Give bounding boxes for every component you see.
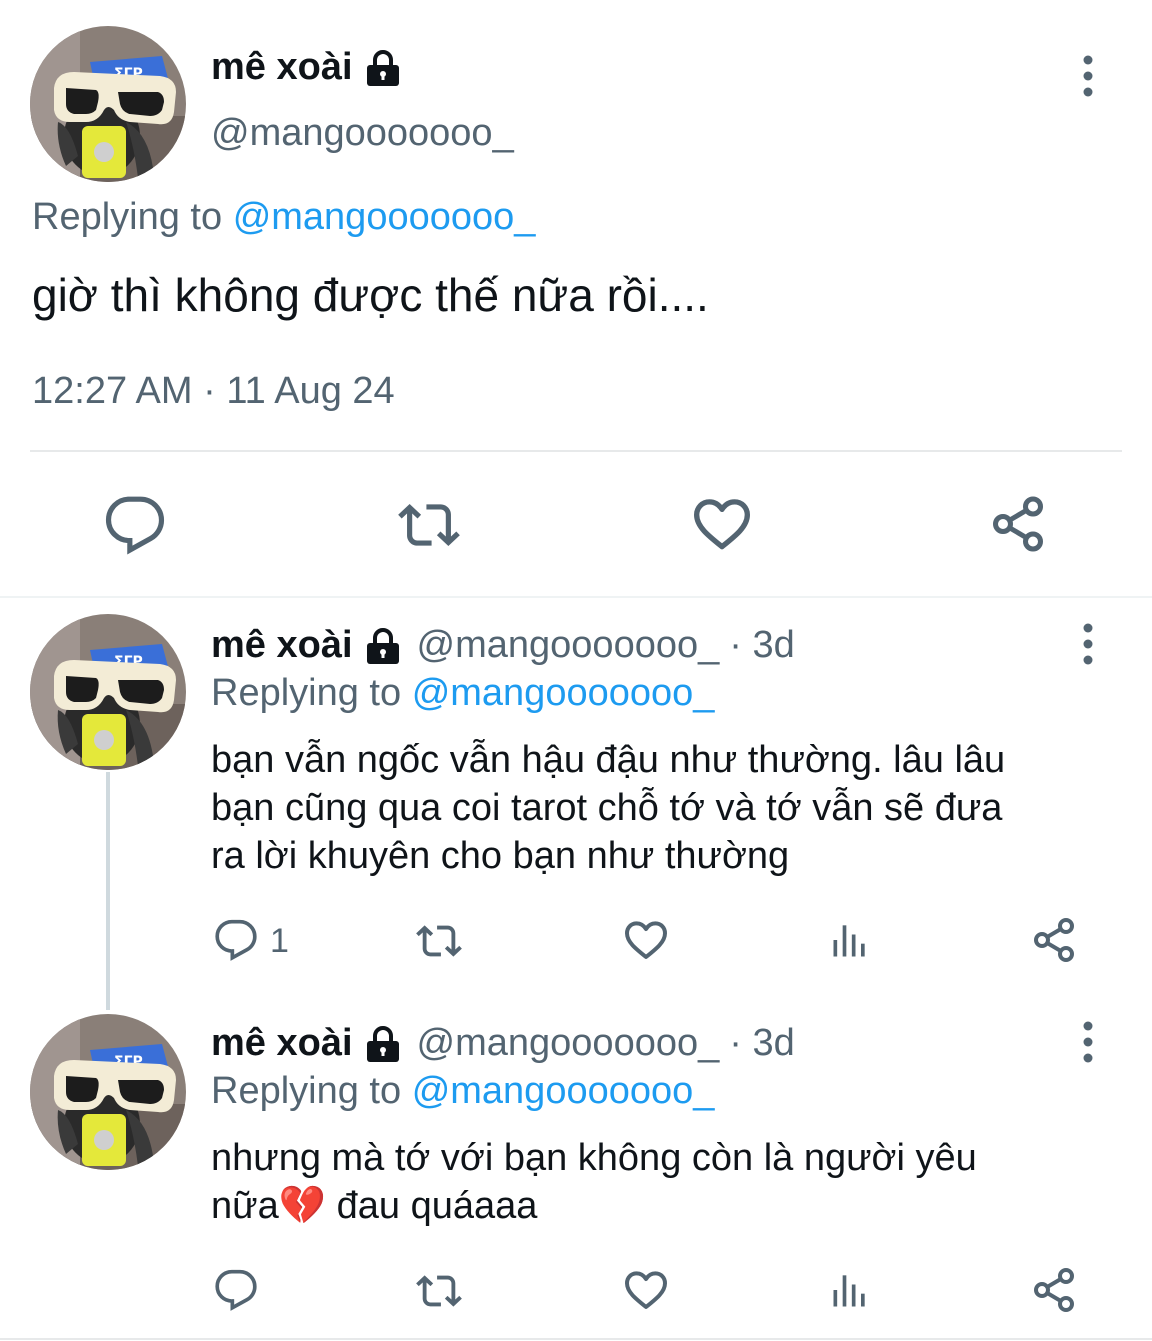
user-handle[interactable]: @mangooooooo_	[417, 1022, 720, 1065]
replying-to-label: Replying to	[211, 672, 402, 714]
replying-to-handle-link[interactable]: @mangooooooo_	[233, 196, 536, 238]
display-name-text: mê xoài	[211, 46, 353, 88]
display-name-text: mê xoài	[211, 1022, 353, 1064]
tweet-text-line: ra lời khuyên cho bạn như thường	[211, 835, 790, 877]
share-icon[interactable]	[1030, 916, 1078, 964]
retweet-icon[interactable]	[414, 918, 464, 964]
tweet-text: nhưng mà tớ với bạn không còn là người y…	[211, 1134, 1111, 1230]
replying-to: Replying to @mangooooooo_	[211, 672, 714, 715]
user-handle[interactable]: @mangooooooo_	[417, 624, 720, 667]
avatar[interactable]	[30, 614, 186, 770]
more-options-icon[interactable]	[1078, 54, 1098, 98]
replying-to: Replying to @mangooooooo_	[32, 196, 535, 239]
more-options-icon[interactable]	[1078, 1020, 1098, 1064]
tweet-timestamp[interactable]: 12:27 AM · 11 Aug 24	[32, 370, 395, 413]
tweet-time[interactable]: · 3d	[729, 1022, 794, 1065]
views-icon[interactable]	[828, 1268, 872, 1312]
display-name-text: mê xoài	[211, 624, 353, 666]
divider	[30, 450, 1122, 452]
tweet-text-line: bạn vẫn ngốc vẫn hậu đậu như thường. lâu…	[211, 739, 1006, 781]
replying-to-handle-link[interactable]: @mangooooooo_	[412, 672, 715, 714]
views-icon[interactable]	[828, 918, 872, 962]
replying-to-label: Replying to	[32, 196, 223, 238]
tweet-text: bạn vẫn ngốc vẫn hậu đậu như thường. lâu…	[211, 736, 1111, 880]
lock-icon	[363, 1024, 403, 1064]
lock-icon	[363, 48, 403, 88]
thread-connector	[106, 772, 110, 1010]
replying-to: Replying to @mangooooooo_	[211, 1070, 714, 1113]
more-options-icon[interactable]	[1078, 622, 1098, 666]
display-name[interactable]: mê xoài @mangooooooo_ · 3d	[211, 1022, 795, 1065]
like-icon[interactable]	[622, 916, 670, 964]
user-handle[interactable]: @mangooooooo_	[211, 112, 514, 155]
share-icon[interactable]	[1030, 1266, 1078, 1314]
tweet-text-fragment: nữa	[211, 1185, 279, 1227]
like-icon[interactable]	[690, 492, 754, 556]
share-icon[interactable]	[988, 494, 1048, 554]
tweet-text-line: nhưng mà tớ với bạn không còn là người y…	[211, 1137, 977, 1179]
like-icon[interactable]	[622, 1266, 670, 1314]
reply-icon[interactable]	[104, 494, 166, 556]
divider	[0, 1338, 1152, 1340]
tweet-text-line: bạn cũng qua coi tarot chỗ tớ và tớ vẫn …	[211, 787, 1003, 829]
avatar[interactable]	[30, 26, 186, 182]
tweet-text: giờ thì không được thế nữa rồi....	[32, 269, 709, 321]
lock-icon	[363, 626, 403, 666]
avatar[interactable]	[30, 1014, 186, 1170]
display-name[interactable]: mê xoài	[211, 46, 403, 89]
broken-heart-emoji: 💔	[278, 1185, 327, 1227]
reply-icon[interactable]	[214, 918, 258, 962]
tweet-time[interactable]: · 3d	[729, 624, 794, 667]
tweet-text-fragment: đau quáaaa	[326, 1185, 538, 1227]
retweet-icon[interactable]	[414, 1268, 464, 1314]
retweet-icon[interactable]	[396, 494, 462, 556]
reply-icon[interactable]	[214, 1268, 258, 1312]
section-divider	[0, 596, 1152, 598]
replying-to-label: Replying to	[211, 1070, 402, 1112]
reply-count: 1	[270, 922, 289, 960]
tweet-text-line: nữa💔 đau quáaaa	[211, 1182, 1111, 1230]
display-name[interactable]: mê xoài @mangooooooo_ · 3d	[211, 624, 795, 667]
replying-to-handle-link[interactable]: @mangooooooo_	[412, 1070, 715, 1112]
